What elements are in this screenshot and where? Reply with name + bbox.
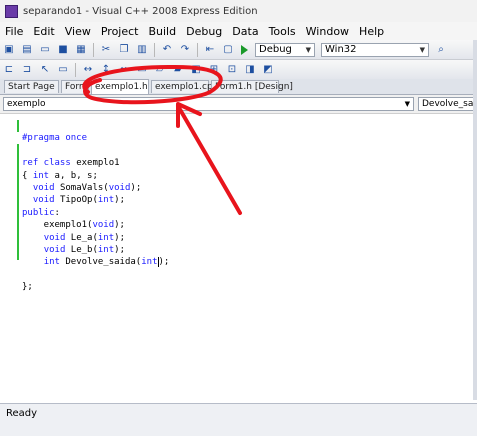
copy-icon[interactable]: ❐ — [117, 43, 131, 57]
menu-file[interactable]: File — [0, 25, 28, 38]
menu-bar: File Edit View Project Build Debug Data … — [0, 22, 477, 41]
tab-start-page[interactable]: Start Page — [4, 80, 59, 93]
format-icon[interactable]: ▭ — [56, 63, 70, 77]
tab-form1-design[interactable]: Form1.h [Design] — [211, 80, 293, 93]
new-project-icon[interactable]: ▣ — [2, 43, 16, 57]
standard-toolbar: ▣ ▤ ▭ ■ ▦ ✂ ❐ ▥ ↶ ↷ ⇤ ▢ Debug ▼ Win32 ▼ … — [0, 40, 477, 60]
size-width-icon[interactable]: ↔ — [81, 63, 95, 77]
send-back-icon[interactable]: ◩ — [261, 63, 275, 77]
pointer-icon[interactable]: ↖ — [38, 63, 52, 77]
class-select[interactable]: exemplo ▼ — [3, 97, 414, 111]
change-marker — [17, 120, 19, 132]
menu-debug[interactable]: Debug — [181, 25, 227, 38]
class-value: exemplo — [7, 99, 46, 109]
code-line: void Le_a(int); — [43, 232, 125, 243]
code-line: int Devolve_saida(int); — [43, 256, 170, 268]
code-line: void TipoOp(int); — [32, 195, 125, 206]
align-lefts-icon[interactable]: ⊏ — [2, 63, 16, 77]
menu-help[interactable]: Help — [354, 25, 389, 38]
paste-icon[interactable]: ▥ — [135, 43, 149, 57]
code-line: { int a, b, s; — [22, 170, 98, 181]
bring-front-icon[interactable]: ◨ — [243, 63, 257, 77]
toolbar-separator — [93, 42, 94, 57]
tab-form[interactable]: Form — [61, 80, 89, 93]
toolbar-separator — [197, 42, 198, 57]
chevron-down-icon: ▼ — [305, 45, 311, 54]
code-line: public: — [22, 207, 60, 218]
code-line: }; — [22, 282, 33, 293]
code-line: void SomaVals(void); — [32, 183, 142, 194]
app-icon — [5, 4, 18, 18]
size-both-icon[interactable]: ⇔ — [117, 63, 131, 77]
layout-toolbar: ⊏ ⊐ ↖ ▭ ↔ ↕ ⇔ ▭ ▱ ▰ ◧ ⊞ ⊡ ◨ ◩ — [0, 60, 477, 80]
window-title: separando1 - Visual C++ 2008 Express Edi… — [23, 5, 258, 17]
navigate-icon[interactable]: ⇤ — [203, 43, 217, 57]
document-tab-strip: Start Page Form exemplo1.h exemplo1.cpp … — [0, 79, 477, 95]
code-text[interactable]: #pragma once ref class exemplo1 { int a,… — [22, 120, 169, 294]
toolbar-separator — [75, 62, 76, 77]
size-height-icon[interactable]: ↕ — [99, 63, 113, 77]
member-value: Devolve_saida — [422, 99, 477, 109]
menu-data[interactable]: Data — [227, 25, 263, 38]
find-icon[interactable]: ⌕ — [434, 43, 448, 57]
add-item-icon[interactable]: ▤ — [20, 43, 34, 57]
chevron-down-icon: ▼ — [404, 100, 410, 108]
tab-order-icon[interactable]: ⊞ — [207, 63, 221, 77]
code-line: void Le_b(int); — [43, 245, 125, 256]
menu-view[interactable]: View — [60, 25, 96, 38]
cut-icon[interactable]: ✂ — [99, 43, 113, 57]
start-debugging-icon[interactable] — [241, 44, 248, 55]
tab-exemplo1-cpp[interactable]: exemplo1.cpp — [151, 80, 218, 93]
undo-icon[interactable]: ↶ — [160, 43, 174, 57]
window-icon[interactable]: ▢ — [221, 43, 235, 57]
chevron-down-icon: ▼ — [419, 45, 425, 54]
platform-value: Win32 — [325, 44, 357, 55]
code-line: exemplo1(void); — [22, 220, 125, 231]
menu-project[interactable]: Project — [96, 25, 144, 38]
spacing-icon[interactable]: ▭ — [135, 63, 149, 77]
status-text: Ready — [6, 408, 38, 419]
tab-exemplo1-h[interactable]: exemplo1.h — [91, 79, 149, 94]
save-all-icon[interactable]: ▦ — [74, 43, 88, 57]
navigation-bar: exemplo ▼ Devolve_saida — [0, 95, 477, 114]
platform-select[interactable]: Win32 ▼ — [321, 42, 429, 57]
menu-edit[interactable]: Edit — [28, 25, 59, 38]
open-icon[interactable]: ▭ — [38, 43, 52, 57]
spacing-decrease-icon[interactable]: ▰ — [171, 63, 185, 77]
status-bar: Ready — [0, 403, 477, 436]
text-caret — [157, 256, 159, 267]
configuration-select[interactable]: Debug ▼ — [255, 42, 315, 57]
code-line: #pragma once — [22, 133, 88, 144]
save-icon[interactable]: ■ — [56, 43, 70, 57]
configuration-value: Debug — [259, 44, 292, 55]
align-centers-icon[interactable]: ⊐ — [20, 63, 34, 77]
title-bar: separando1 - Visual C++ 2008 Express Edi… — [0, 0, 477, 23]
member-select[interactable]: Devolve_saida — [418, 97, 477, 111]
code-line: ref class exemplo1 — [22, 158, 120, 169]
menu-tools[interactable]: Tools — [264, 25, 301, 38]
lock-controls-icon[interactable]: ⊡ — [225, 63, 239, 77]
redo-icon[interactable]: ↷ — [178, 43, 192, 57]
menu-build[interactable]: Build — [143, 25, 181, 38]
code-editor[interactable]: #pragma once ref class exemplo1 { int a,… — [0, 114, 477, 400]
change-marker — [17, 144, 19, 260]
editor-gutter — [0, 114, 14, 400]
toolbar-separator — [154, 42, 155, 57]
right-dock-strip[interactable] — [473, 40, 477, 400]
order-icon[interactable]: ◧ — [189, 63, 203, 77]
spacing-increase-icon[interactable]: ▱ — [153, 63, 167, 77]
menu-window[interactable]: Window — [301, 25, 354, 38]
